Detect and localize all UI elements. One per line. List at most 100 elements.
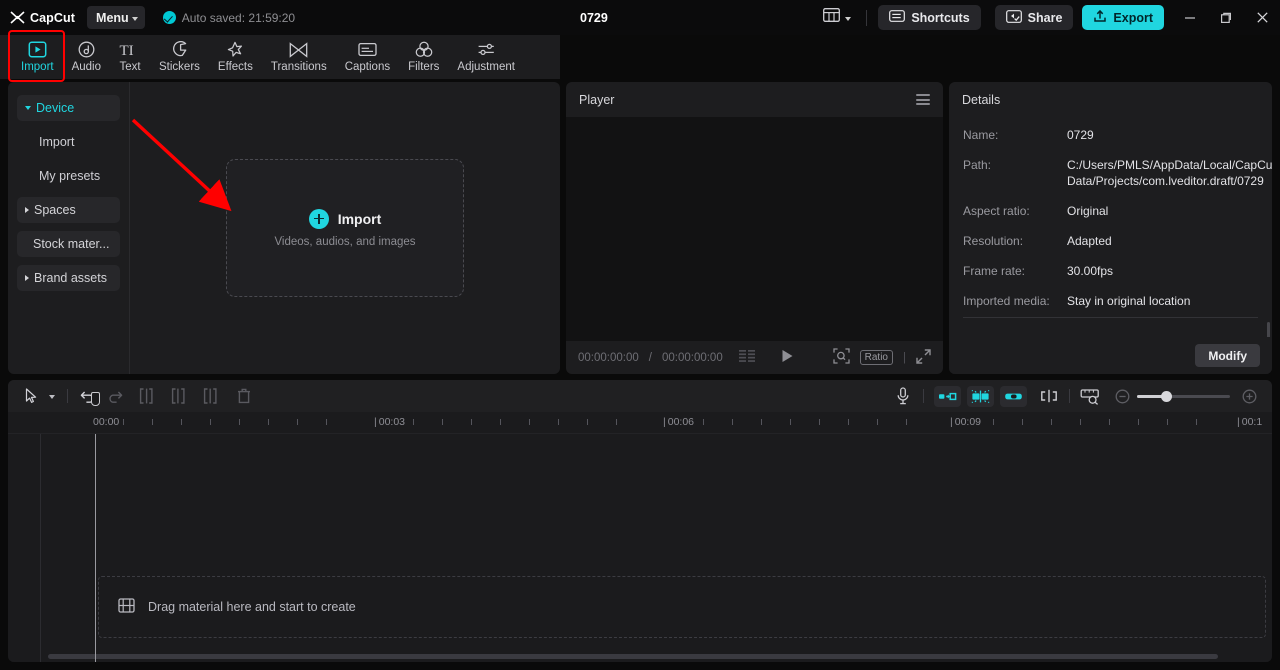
sidebar-item-device[interactable]: Device	[17, 95, 120, 121]
sidebar-item-my-presets[interactable]: My presets	[17, 163, 120, 189]
sidebar-item-import-label: Import	[39, 135, 75, 149]
ruler-label-3: 00:09	[950, 416, 981, 428]
timeline-horizontal-scrollbar[interactable]	[48, 654, 1218, 659]
select-mode-dropdown[interactable]	[44, 383, 60, 409]
layout-switcher-button[interactable]	[819, 5, 855, 30]
export-button[interactable]: Export	[1082, 5, 1164, 30]
import-dropzone-title: Import	[337, 210, 382, 227]
zoom-slider-handle[interactable]	[1161, 390, 1172, 402]
maximize-button[interactable]	[1208, 0, 1244, 35]
divider	[1069, 389, 1070, 403]
tab-adjustment[interactable]: Adjustment	[448, 35, 524, 79]
divider	[923, 389, 924, 403]
share-screen-icon	[1005, 9, 1022, 26]
playhead-handle[interactable]	[91, 392, 100, 406]
timeline-toolbar	[8, 380, 1272, 412]
autosave-label: Auto saved: 21:59:20	[181, 10, 296, 25]
tab-effects[interactable]: Effects	[209, 35, 262, 79]
timeline-tracks[interactable]: Drag material here and start to create	[8, 434, 1272, 662]
divider	[963, 317, 1258, 318]
tab-captions[interactable]: Captions	[336, 35, 399, 79]
player-time-separator: /	[648, 351, 652, 364]
sidebar-item-spaces-label: Spaces	[34, 203, 76, 217]
split-icon[interactable]	[197, 383, 223, 409]
details-footer: Modify	[949, 337, 1272, 374]
upload-icon	[1093, 9, 1107, 26]
hamburger-icon[interactable]	[916, 94, 930, 105]
tab-transitions[interactable]: Transitions	[262, 35, 336, 79]
player-canvas[interactable]	[566, 117, 943, 341]
import-sidebar: Device Import My presets Spaces Stock ma…	[8, 82, 130, 374]
zoom-in-icon[interactable]	[1236, 383, 1262, 409]
ruler-label-1: 00:03	[374, 416, 405, 428]
details-label: Imported media:	[963, 294, 1050, 308]
shortcuts-button[interactable]: Shortcuts	[878, 5, 981, 30]
trash-icon[interactable]	[231, 383, 257, 409]
trim-left-icon[interactable]	[133, 383, 159, 409]
freeze-icon[interactable]	[1000, 385, 1027, 407]
tab-import-label: Import	[21, 61, 54, 73]
timeline-zoom-slider[interactable]	[1137, 390, 1230, 402]
quality-icon[interactable]	[738, 350, 757, 365]
details-value: Original	[1067, 204, 1109, 218]
import-dropzone-subtitle: Videos, audios, and images	[274, 235, 416, 248]
ratio-button[interactable]: Ratio	[859, 350, 893, 365]
details-panel: Details Name: 0729 Path: C:/Users/PMLS/A…	[949, 82, 1272, 374]
zoom-slider-track[interactable]	[1137, 390, 1230, 402]
tab-filters[interactable]: Filters	[399, 35, 448, 79]
share-button[interactable]: Share	[994, 5, 1074, 30]
ruler-label-4: 00:1	[1237, 416, 1262, 428]
adjustment-icon	[477, 41, 496, 58]
sidebar-item-brand-assets[interactable]: Brand assets	[17, 265, 120, 291]
tab-stickers[interactable]: Stickers	[150, 35, 209, 79]
zoom-slider-fill	[1137, 394, 1164, 398]
zoom-fit-icon[interactable]	[832, 348, 850, 367]
cut-marker-icon[interactable]	[1036, 383, 1062, 409]
fullscreen-icon[interactable]	[916, 348, 931, 367]
chevron-right-icon	[25, 207, 29, 213]
zoom-out-icon[interactable]	[1109, 383, 1135, 409]
details-row-imported-media: Imported media: Stay in original locatio…	[963, 293, 1258, 309]
minimize-button[interactable]	[1172, 0, 1208, 35]
tab-audio[interactable]: Audio	[63, 35, 110, 79]
tab-text-label: Text	[119, 61, 141, 73]
sidebar-item-stock-materials[interactable]: Stock mater...	[17, 231, 120, 257]
titlebar-right-group: Shortcuts Share Export	[819, 0, 1280, 35]
ruler-label-0: 00:00	[93, 416, 120, 428]
menu-button[interactable]: Menu	[87, 6, 145, 29]
title-bar: CapCut Menu Auto saved: 21:59:20 0729 Sh…	[0, 0, 1280, 35]
details-value: 30.00fps	[1067, 264, 1114, 278]
details-label: Path:	[963, 158, 992, 172]
trim-right-icon[interactable]	[165, 383, 191, 409]
menu-label: Menu	[96, 10, 129, 25]
timeline-drop-target[interactable]: Drag material here and start to create	[98, 576, 1266, 638]
app-name: CapCut	[30, 10, 76, 25]
cursor-select-icon[interactable]	[18, 383, 44, 409]
keyboard-icon	[889, 10, 906, 25]
chevron-right-icon	[25, 275, 29, 281]
sidebar-item-import[interactable]: Import	[17, 129, 120, 155]
text-icon: TI	[119, 41, 141, 58]
crop-icon[interactable]	[967, 385, 994, 407]
capcut-logo-icon	[10, 11, 25, 24]
playhead-line	[95, 434, 96, 662]
microphone-icon[interactable]	[890, 383, 916, 409]
details-scrollbar[interactable]	[1267, 322, 1270, 337]
effects-icon	[226, 41, 244, 58]
play-icon[interactable]	[781, 349, 794, 366]
preview-ruler-icon[interactable]	[1077, 383, 1103, 409]
import-dropzone[interactable]: Import Videos, audios, and images	[226, 159, 464, 297]
sidebar-item-spaces[interactable]: Spaces	[17, 197, 120, 223]
tab-text[interactable]: TI Text	[110, 35, 150, 79]
close-button[interactable]	[1244, 0, 1280, 35]
divider	[866, 9, 868, 26]
timeline-ruler[interactable]: 00:00 00:03 00:06 00:09 00:1	[8, 392, 1272, 434]
editor-tab-bar: Import Audio TI Text Stickers Effects Tr…	[0, 35, 560, 79]
mirror-icon[interactable]	[934, 385, 961, 407]
details-label: Name:	[963, 128, 999, 142]
modify-button[interactable]: Modify	[1195, 344, 1260, 367]
details-title: Details	[962, 92, 1001, 107]
redo-icon[interactable]	[101, 383, 127, 409]
stickers-icon	[171, 41, 188, 58]
tab-import[interactable]: Import	[12, 35, 63, 79]
